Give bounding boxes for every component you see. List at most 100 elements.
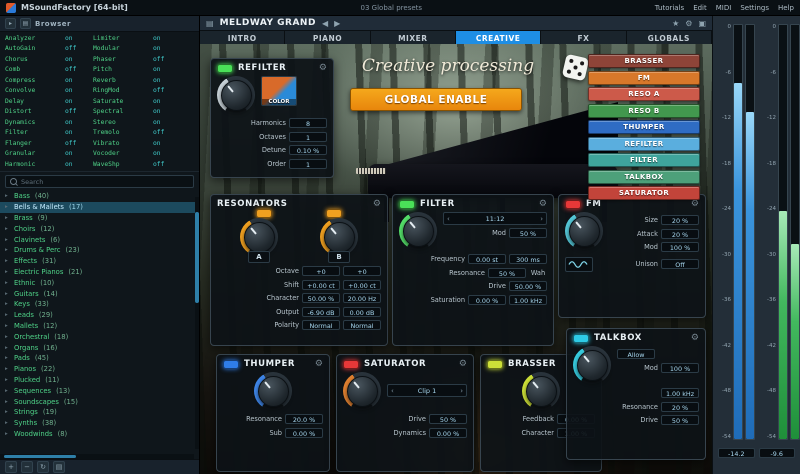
refilter-led[interactable] xyxy=(217,64,233,73)
tree-item[interactable]: Mallets (12) xyxy=(0,321,199,332)
tree-item[interactable]: Electric Pianos (21) xyxy=(0,267,199,278)
octave-b-value[interactable]: +0 xyxy=(343,266,381,276)
tree-item[interactable]: Effects (31) xyxy=(0,256,199,267)
tree-scrollbar[interactable] xyxy=(195,197,199,449)
tree-item[interactable]: Ethnic (10) xyxy=(0,277,199,288)
module-toggle-button[interactable]: SATURATOR xyxy=(588,186,700,200)
module-list-row[interactable]: Comb off Pitch on xyxy=(0,65,199,76)
prev-preset-button[interactable]: ◀ xyxy=(322,19,328,28)
thumper-knob[interactable] xyxy=(254,372,292,410)
module-list-row[interactable]: Analyzer on Limiter on xyxy=(0,33,199,44)
tree-item[interactable]: Bass (40) xyxy=(0,191,199,202)
unison-value[interactable]: Off xyxy=(661,259,699,269)
talkbox-knob[interactable] xyxy=(573,346,611,384)
settings-icon[interactable]: ⚙ xyxy=(685,19,692,28)
allow-button[interactable]: Allow xyxy=(617,349,655,359)
output-meter-bar-r[interactable] xyxy=(790,24,800,440)
dropdown-prev-icon[interactable]: ‹ xyxy=(447,215,450,223)
detune-value[interactable]: 0.10 % xyxy=(289,145,327,155)
resonator-a-led[interactable] xyxy=(256,209,272,218)
sidebar-footer-icon[interactable]: − xyxy=(21,461,33,473)
saturator-led[interactable] xyxy=(343,360,359,369)
module-list-row[interactable]: AutoGain off Modular on xyxy=(0,44,199,55)
talkbox-drive-value[interactable]: 50 % xyxy=(661,415,699,425)
tree-item[interactable]: Soundscapes (15) xyxy=(0,396,199,407)
talkbox-freq-value[interactable]: 1.00 kHz xyxy=(661,388,699,398)
module-list-row[interactable]: Granular on Vocoder on xyxy=(0,149,199,160)
polarity-b-value[interactable]: Normal xyxy=(343,320,381,330)
gear-icon[interactable]: ⚙ xyxy=(319,63,327,73)
saturator-knob[interactable] xyxy=(343,372,381,410)
tree-item[interactable]: Woodwinds (8) xyxy=(0,429,199,440)
tab[interactable]: INTRO xyxy=(200,31,285,45)
horizontal-scrollbar-thumb[interactable] xyxy=(4,455,76,458)
tree-item[interactable]: Pianos (22) xyxy=(0,364,199,375)
next-preset-button[interactable]: ▶ xyxy=(334,19,340,28)
tree-item[interactable]: Clavinets (6) xyxy=(0,234,199,245)
thumper-led[interactable] xyxy=(223,360,239,369)
talkbox-led[interactable] xyxy=(573,334,589,343)
output-a-value[interactable]: -6.90 dB xyxy=(302,307,340,317)
filter-led[interactable] xyxy=(399,200,415,209)
talkbox-mod-value[interactable]: 100 % xyxy=(661,363,699,373)
color-button[interactable]: COLOR xyxy=(261,76,297,106)
module-list-row[interactable]: Compress on Reverb on xyxy=(0,75,199,86)
module-list-row[interactable]: Flanger off Vibrato on xyxy=(0,138,199,149)
module-toggle-button[interactable]: BRASSER xyxy=(588,54,700,68)
frequency-mod-value[interactable]: 300 ms xyxy=(509,254,547,264)
global-enable-button[interactable]: GLOBAL ENABLE xyxy=(350,88,522,111)
module-toggle-button[interactable]: FILTER xyxy=(588,153,700,167)
sidebar-footer-icon[interactable]: + xyxy=(5,461,17,473)
tree-scrollbar-thumb[interactable] xyxy=(195,212,199,303)
tree-item[interactable]: Synths (38) xyxy=(0,418,199,429)
shift-a-value[interactable]: +0.00 ct xyxy=(302,280,340,290)
brasser-led[interactable] xyxy=(487,360,503,369)
tree-item[interactable]: Brass (9) xyxy=(0,213,199,224)
saturation-value[interactable]: 0.00 % xyxy=(468,295,506,305)
saturator-dynamics-value[interactable]: 0.00 % xyxy=(429,428,467,438)
module-list-row[interactable]: Chorus on Phaser off xyxy=(0,54,199,65)
sidebar-footer-icon[interactable]: ↻ xyxy=(37,461,49,473)
titlebar-menu-item[interactable]: Edit xyxy=(693,4,707,12)
tab[interactable]: CREATIVE xyxy=(456,31,541,45)
gear-icon[interactable]: ⚙ xyxy=(459,359,467,369)
refilter-knob[interactable] xyxy=(217,76,255,114)
octaves-value[interactable]: 1 xyxy=(289,132,327,142)
tree-item[interactable]: Orchestral (18) xyxy=(0,331,199,342)
fm-knob[interactable] xyxy=(565,212,603,250)
meter-readout-right[interactable]: -9.6 xyxy=(759,448,796,458)
fm-mod-value[interactable]: 100 % xyxy=(661,242,699,252)
titlebar-menu-item[interactable]: Settings xyxy=(740,4,769,12)
tree-item[interactable]: Guitars (14) xyxy=(0,288,199,299)
tree-item[interactable]: Keys (33) xyxy=(0,299,199,310)
gear-icon[interactable]: ⚙ xyxy=(691,333,699,343)
meter-bar-r[interactable] xyxy=(745,24,755,440)
list-icon[interactable]: ▤ xyxy=(20,18,31,29)
module-list-row[interactable]: Dynamics on Stereo on xyxy=(0,117,199,128)
module-list-row[interactable]: Filter on Tremolo off xyxy=(0,128,199,139)
sidebar-footer-icon[interactable]: ▤ xyxy=(53,461,65,473)
saturator-drive-value[interactable]: 50 % xyxy=(429,414,467,424)
search-input[interactable]: Search xyxy=(5,175,194,188)
dropdown-prev-icon[interactable]: ‹ xyxy=(391,387,394,395)
tree-item[interactable]: Pads (45) xyxy=(0,353,199,364)
character-b-value[interactable]: 20.00 Hz xyxy=(343,293,381,303)
octave-a-value[interactable]: +0 xyxy=(302,266,340,276)
tree-item[interactable]: Drums & Perc (23) xyxy=(0,245,199,256)
clip-type-dropdown[interactable]: ‹ Clip 1 › xyxy=(387,384,467,397)
tab[interactable]: PIANO xyxy=(285,31,370,45)
global-presets-label[interactable]: 03 Global presets xyxy=(128,4,655,12)
output-b-value[interactable]: 0.00 dB xyxy=(343,307,381,317)
titlebar-menu-item[interactable]: Tutorials xyxy=(655,4,684,12)
module-toggle-button[interactable]: FM xyxy=(588,71,700,85)
tree-item[interactable]: Sequences (13) xyxy=(0,385,199,396)
module-toggle-button[interactable]: TALKBOX xyxy=(588,170,700,184)
meter-readout-left[interactable]: -14.2 xyxy=(718,448,755,458)
polarity-a-value[interactable]: Normal xyxy=(302,320,340,330)
titlebar-menu-item[interactable]: MIDI xyxy=(716,4,732,12)
talkbox-resonance-value[interactable]: 20 % xyxy=(661,402,699,412)
gear-icon[interactable]: ⚙ xyxy=(315,359,323,369)
menu-icon[interactable]: ▤ xyxy=(206,19,214,28)
sine-wave-icon[interactable] xyxy=(565,257,593,272)
tab[interactable]: MIXER xyxy=(371,31,456,45)
